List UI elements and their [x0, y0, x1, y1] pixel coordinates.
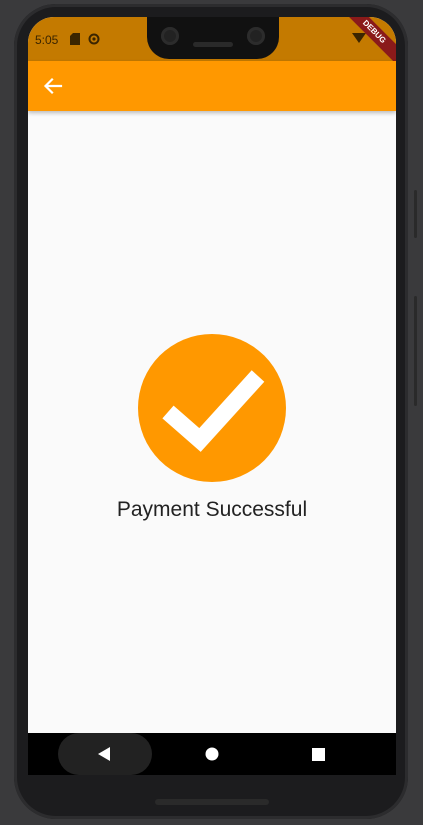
- nav-back-button[interactable]: [58, 733, 152, 775]
- arrow-left-icon: [43, 77, 63, 95]
- check-circle-icon: [138, 334, 286, 482]
- debug-banner: DEBUG: [340, 17, 396, 66]
- volume-button: [414, 296, 417, 406]
- nav-home-button[interactable]: [192, 733, 232, 775]
- status-bar: 5:05 DEBUG: [28, 17, 396, 66]
- status-time: 5:05: [35, 33, 59, 47]
- bottom-speaker: [155, 799, 269, 805]
- wifi-icon: [352, 33, 366, 43]
- payment-status-message: Payment Successful: [116, 498, 308, 521]
- screen: 5:05 DEBUG Payment Successful: [28, 17, 396, 775]
- camera-notch: [147, 17, 279, 59]
- back-triangle-icon: [98, 747, 110, 761]
- home-circle-icon: [205, 747, 219, 761]
- sd-card-icon: [70, 33, 80, 48]
- front-camera-right: [247, 27, 265, 45]
- nav-recents-button[interactable]: [298, 733, 338, 775]
- main-content: Payment Successful: [28, 111, 396, 733]
- app-bar: [28, 61, 396, 111]
- sync-icon: [88, 33, 100, 48]
- front-camera-left: [161, 27, 179, 45]
- earpiece-speaker: [193, 42, 233, 47]
- system-nav-bar: [28, 733, 396, 775]
- back-button[interactable]: [34, 67, 72, 105]
- power-button: [414, 190, 417, 238]
- recents-square-icon: [311, 747, 325, 761]
